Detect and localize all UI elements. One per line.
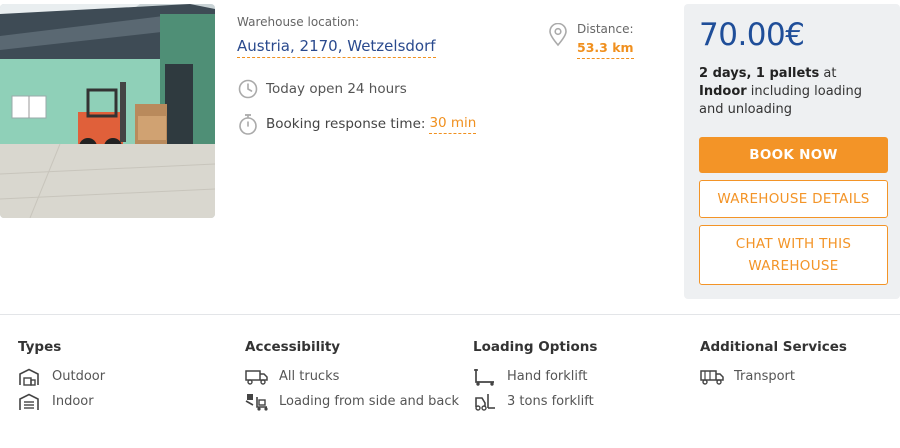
- types-section: Types Outdoor Indoor: [18, 338, 233, 418]
- warehouse-info: Warehouse location: Austria, 2170, Wetze…: [237, 14, 537, 135]
- list-item: Indoor: [18, 393, 233, 411]
- section-divider: [0, 314, 900, 315]
- warehouse-photo[interactable]: [0, 4, 215, 218]
- forklift-icon: [473, 393, 499, 411]
- location-link[interactable]: Austria, 2170, Wetzelsdorf: [237, 36, 436, 58]
- opening-hours: Today open 24 hours: [237, 78, 407, 100]
- summary-type: Indoor: [699, 84, 747, 99]
- summary-duration: 2 days, 1 pallets: [699, 66, 820, 81]
- booking-response: Booking response time: 30 min: [237, 113, 477, 135]
- chat-with-warehouse-button[interactable]: CHAT WITH THIS WAREHOUSE: [699, 225, 888, 285]
- list-item: Hand forklift: [473, 368, 688, 386]
- list-item: Transport: [700, 368, 900, 386]
- price-panel: 70.00€ 2 days, 1 pallets at Indoor inclu…: [684, 4, 900, 299]
- transport-truck-icon: [700, 368, 726, 386]
- additional-services-section: Additional Services Transport: [700, 338, 900, 393]
- loading-options-section: Loading Options Hand forklift 3 tons for…: [473, 338, 688, 418]
- side-loading-icon: [245, 393, 271, 411]
- book-now-button[interactable]: BOOK NOW: [699, 137, 888, 173]
- feature-label: Loading from side and back: [279, 394, 460, 409]
- list-item: Loading from side and back: [245, 393, 460, 411]
- loading-options-title: Loading Options: [473, 339, 598, 355]
- truck-icon: [245, 368, 271, 386]
- feature-label: Indoor: [52, 394, 94, 409]
- list-item: 3 tons forklift: [473, 393, 688, 411]
- response-label: Booking response time:: [266, 116, 426, 132]
- additional-services-title: Additional Services: [700, 339, 847, 355]
- accessibility-title: Accessibility: [245, 339, 341, 355]
- distance: Distance: 53.3 km: [548, 21, 634, 59]
- response-value: 30 min: [429, 115, 477, 134]
- feature-label: Hand forklift: [507, 369, 588, 384]
- booking-summary: 2 days, 1 pallets at Indoor including lo…: [699, 65, 888, 119]
- feature-label: All trucks: [279, 369, 340, 384]
- opening-hours-text: Today open 24 hours: [266, 81, 407, 97]
- list-item: All trucks: [245, 368, 460, 386]
- outdoor-warehouse-icon: [18, 368, 44, 386]
- summary-at: at: [819, 66, 837, 81]
- price: 70.00€: [699, 17, 805, 53]
- types-title: Types: [18, 339, 62, 355]
- feature-label: Transport: [734, 369, 796, 384]
- distance-label: Distance:: [577, 22, 634, 36]
- feature-label: 3 tons forklift: [507, 394, 594, 409]
- feature-label: Outdoor: [52, 369, 106, 384]
- clock-icon: [237, 78, 259, 100]
- hand-forklift-icon: [473, 368, 499, 386]
- indoor-warehouse-icon: [18, 393, 44, 411]
- stopwatch-icon: [237, 113, 259, 135]
- location-pin-icon: [548, 22, 568, 59]
- location-label: Warehouse location:: [237, 15, 360, 29]
- list-item: Outdoor: [18, 368, 233, 386]
- distance-value: 53.3 km: [577, 40, 634, 59]
- accessibility-section: Accessibility All trucks Loading from si…: [245, 338, 460, 418]
- warehouse-details-button[interactable]: WAREHOUSE DETAILS: [699, 180, 888, 218]
